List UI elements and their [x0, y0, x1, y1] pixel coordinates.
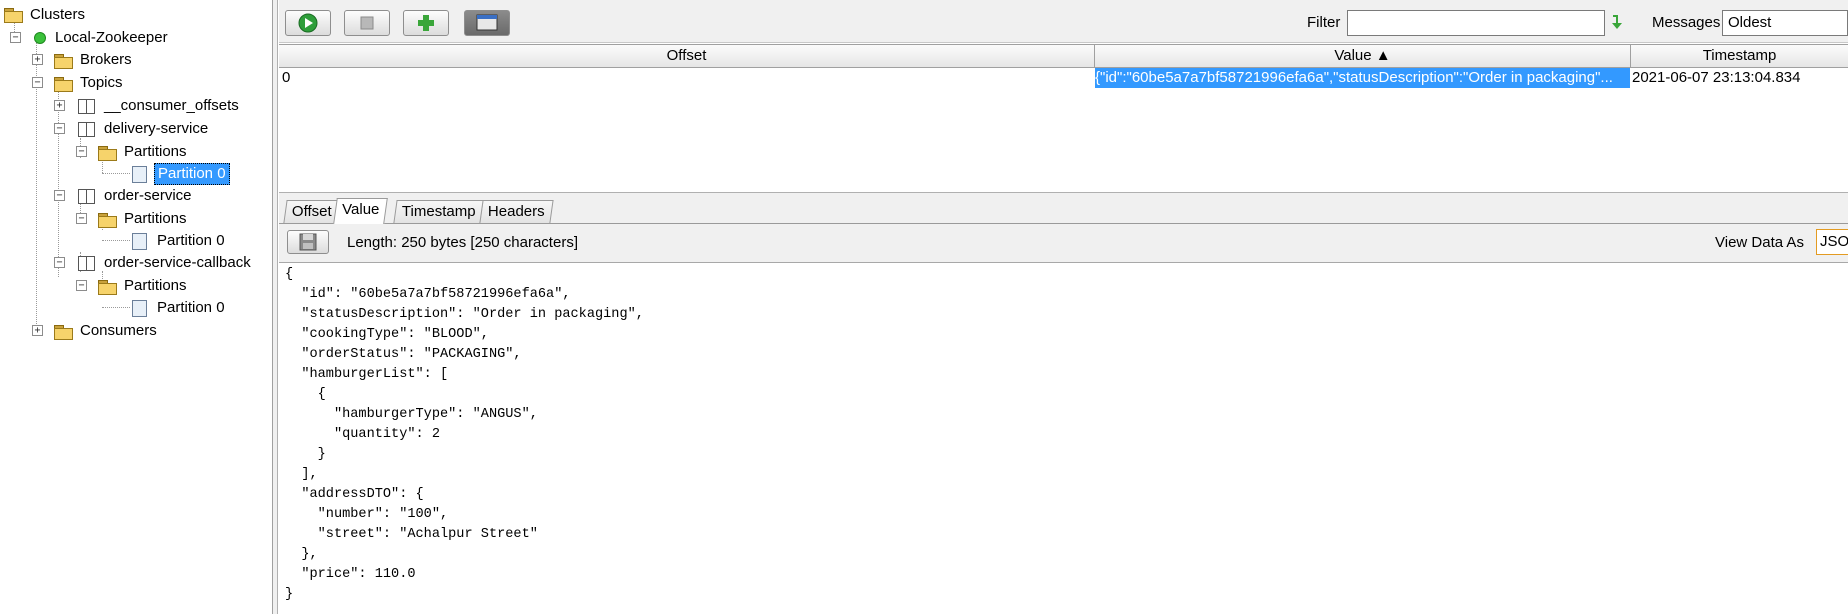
- tab-offset[interactable]: Offset: [283, 200, 341, 223]
- column-header-offset[interactable]: Offset: [279, 44, 1095, 68]
- expand-icon[interactable]: +: [32, 325, 43, 336]
- apply-filter-arrow-icon[interactable]: [1609, 12, 1627, 32]
- cell-timestamp[interactable]: 2021-06-07 23:13:04.834: [1632, 68, 1848, 88]
- toolbar: Filter Messages Oldest: [279, 0, 1848, 43]
- tree-label: Partition 0: [157, 232, 225, 249]
- window-icon: [476, 14, 498, 31]
- tree-label: Topics: [80, 74, 123, 91]
- tree-label: order-service-callback: [104, 254, 251, 271]
- open-folder-icon: [98, 213, 117, 228]
- plus-icon: [418, 15, 434, 31]
- folder-icon: [54, 54, 73, 69]
- cell-value-selected[interactable]: {"id":"60be5a7a7bf58721996efa6a","status…: [1095, 68, 1630, 88]
- collapse-icon[interactable]: −: [76, 280, 87, 291]
- tree-label: Clusters: [30, 6, 86, 23]
- view-toggle-button[interactable]: [464, 10, 510, 36]
- view-data-as-select[interactable]: JSON: [1816, 229, 1848, 255]
- collapse-icon[interactable]: −: [76, 213, 87, 224]
- messages-label: Messages: [1652, 14, 1721, 31]
- filter-input[interactable]: [1347, 10, 1605, 36]
- open-folder-icon: [98, 280, 117, 295]
- stop-button[interactable]: [344, 10, 390, 36]
- collapse-icon[interactable]: −: [32, 77, 43, 88]
- length-label: Length: 250 bytes [250 characters]: [347, 234, 578, 251]
- expand-icon[interactable]: +: [32, 54, 43, 65]
- column-header-value[interactable]: Value ▲: [1095, 44, 1631, 68]
- collapse-icon[interactable]: −: [54, 190, 65, 201]
- partition-grid-icon: [132, 300, 147, 317]
- tab-timestamp[interactable]: Timestamp: [393, 200, 485, 223]
- open-folder-icon: [54, 77, 73, 92]
- topic-book-icon: [78, 122, 95, 137]
- tree-label: Partitions: [124, 277, 187, 294]
- cell-offset[interactable]: 0: [282, 68, 1092, 88]
- tab-value[interactable]: Value: [333, 198, 389, 224]
- tree-label: Partitions: [124, 210, 187, 227]
- partition-grid-icon: [132, 166, 147, 183]
- topic-book-icon: [78, 99, 95, 114]
- folder-icon: [54, 325, 73, 340]
- play-icon: [298, 13, 318, 33]
- messages-select[interactable]: Oldest: [1722, 10, 1848, 36]
- tree-label: Partition 0: [154, 163, 230, 185]
- collapse-icon[interactable]: −: [54, 257, 65, 268]
- column-header-timestamp[interactable]: Timestamp: [1631, 44, 1848, 68]
- view-data-as-value: JSON: [1820, 233, 1848, 250]
- tree-label: Local-Zookeeper: [55, 29, 168, 46]
- collapse-icon[interactable]: −: [76, 146, 87, 157]
- stop-icon: [360, 16, 374, 30]
- tree-label: __consumer_offsets: [104, 97, 239, 114]
- partition-grid-icon: [132, 233, 147, 250]
- add-button[interactable]: [403, 10, 449, 36]
- topic-book-icon: [78, 256, 95, 271]
- open-folder-icon: [98, 146, 117, 161]
- tree-label: Partitions: [124, 143, 187, 160]
- save-disk-icon: [299, 233, 317, 251]
- expand-icon[interactable]: +: [54, 100, 65, 111]
- json-viewer[interactable]: { "id": "60be5a7a7bf58721996efa6a", "sta…: [279, 262, 1848, 615]
- connected-status-icon: [34, 32, 46, 44]
- cluster-tree[interactable]: Clusters − Local-Zookeeper + Brokers − T…: [0, 0, 273, 614]
- messages-table[interactable]: Offset Value ▲ Timestamp 0 {"id":"60be5a…: [279, 44, 1848, 192]
- open-folder-icon: [4, 8, 23, 23]
- collapse-icon[interactable]: −: [54, 123, 65, 134]
- vertical-splitter[interactable]: [273, 0, 278, 614]
- save-button[interactable]: [287, 230, 329, 254]
- tree-label: order-service: [104, 187, 192, 204]
- json-text[interactable]: { "id": "60be5a7a7bf58721996efa6a", "sta…: [285, 265, 644, 605]
- filter-label: Filter: [1307, 14, 1341, 31]
- tree-label: Partition 0: [157, 299, 225, 316]
- collapse-icon[interactable]: −: [10, 32, 21, 43]
- tab-headers[interactable]: Headers: [479, 200, 554, 223]
- run-button[interactable]: [285, 10, 331, 36]
- view-data-as-label: View Data As: [1715, 234, 1804, 251]
- messages-select-value: Oldest: [1728, 14, 1772, 31]
- tree-label: delivery-service: [104, 120, 209, 137]
- topic-book-icon: [78, 189, 95, 204]
- tree-label: Consumers: [80, 322, 157, 339]
- tree-label: Brokers: [80, 51, 132, 68]
